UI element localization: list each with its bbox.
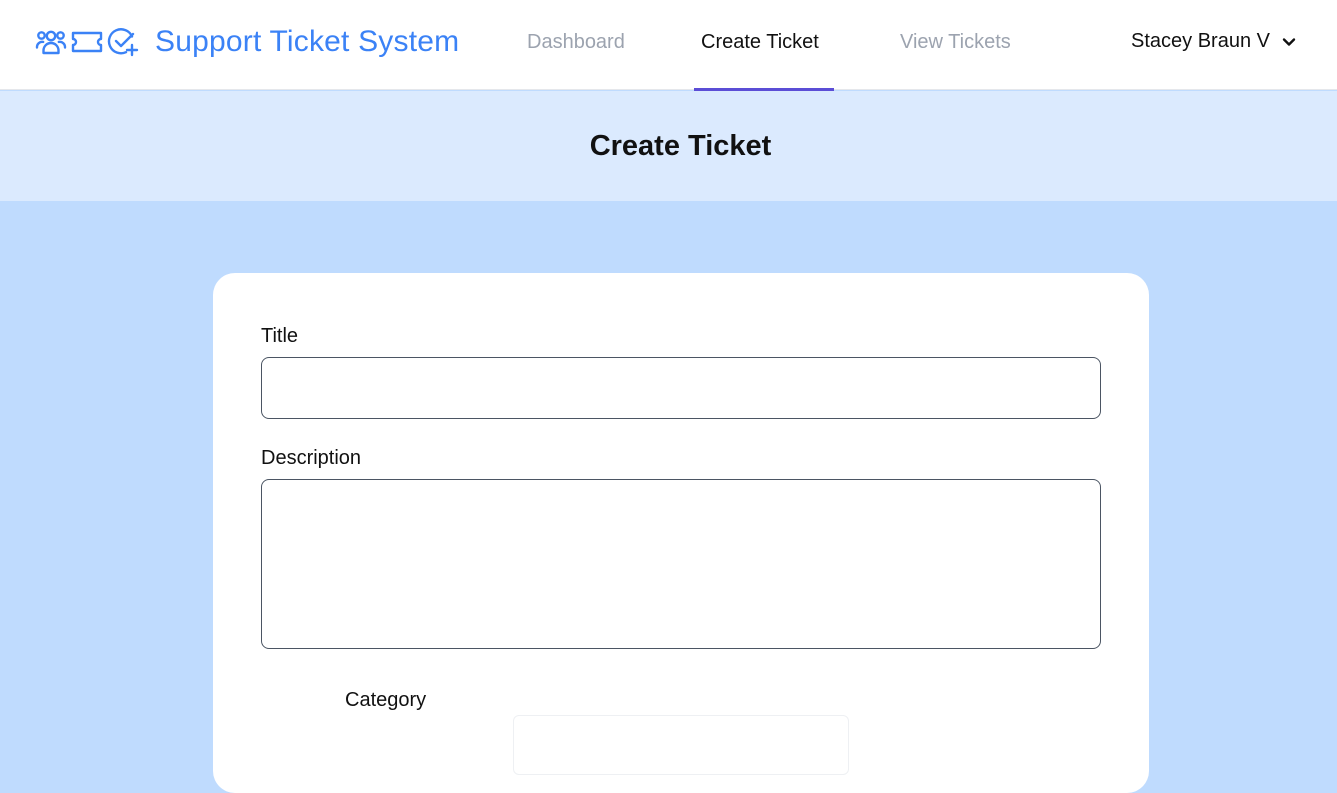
nav-dashboard[interactable]: Dashboard	[527, 31, 625, 54]
user-menu[interactable]: Stacey Braun V	[1131, 30, 1296, 53]
check-plus-icon	[107, 26, 139, 58]
category-select[interactable]	[513, 715, 849, 775]
chevron-down-icon[interactable]	[1282, 32, 1296, 51]
top-navigation-bar: Support Ticket System Dashboard Create T…	[0, 0, 1337, 91]
title-input[interactable]	[261, 357, 1101, 419]
description-label: Description	[261, 447, 362, 469]
nav-view-tickets[interactable]: View Tickets	[900, 31, 1011, 54]
category-label: Category	[345, 689, 427, 711]
description-textarea[interactable]	[261, 479, 1101, 649]
ticket-icon	[71, 27, 103, 57]
brand-icons	[35, 26, 139, 58]
brand[interactable]: Support Ticket System	[35, 20, 459, 64]
title-label: Title	[261, 325, 299, 347]
nav-create-ticket[interactable]: Create Ticket	[701, 31, 819, 54]
users-icon	[35, 27, 67, 57]
create-ticket-form: Title Description Category	[213, 273, 1149, 793]
page-header: Create Ticket	[0, 91, 1337, 201]
brand-title: Support Ticket System	[155, 25, 460, 58]
user-name: Stacey Braun V	[1131, 30, 1270, 52]
page-title: Create Ticket	[589, 129, 772, 162]
